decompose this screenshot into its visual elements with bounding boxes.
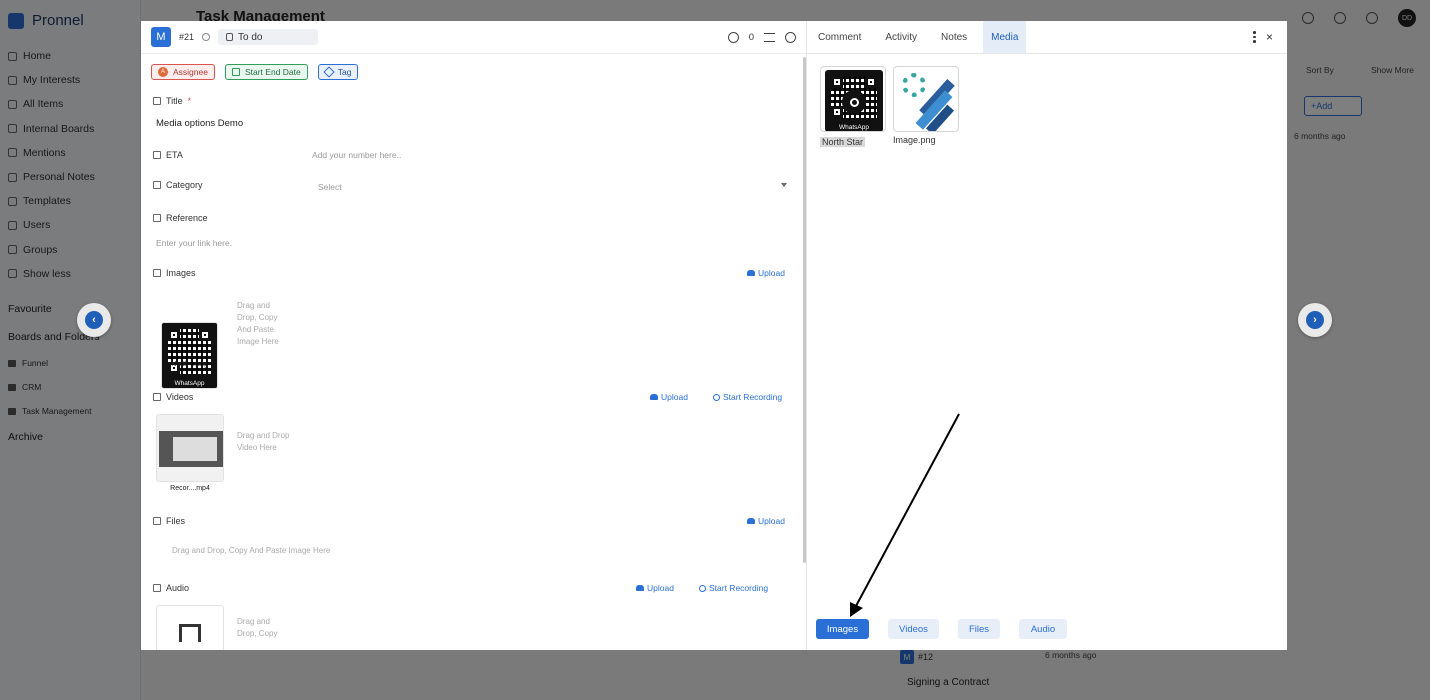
category-label: Category — [153, 180, 203, 190]
record-icon — [713, 393, 720, 401]
videos-dropzone[interactable]: Drag and Drop Video Here — [237, 430, 291, 454]
cloud-upload-icon — [747, 270, 755, 276]
images-label: Images — [153, 268, 196, 278]
close-icon[interactable]: × — [1266, 30, 1273, 44]
zoom-icon[interactable] — [842, 90, 866, 114]
tab-notes[interactable]: Notes — [933, 21, 975, 53]
logo-image — [893, 66, 959, 132]
dropdown-icon — [153, 181, 161, 189]
record-icon — [699, 584, 706, 592]
files-label: Files — [153, 516, 185, 526]
title-input[interactable]: Media options Demo — [153, 112, 795, 136]
tag-icon — [323, 66, 335, 78]
image-icon — [153, 269, 161, 277]
globe-icon[interactable] — [727, 31, 739, 43]
files-upload-button[interactable]: Upload — [747, 516, 785, 526]
audio-thumbnail[interactable] — [156, 605, 224, 650]
category-select[interactable]: Select — [318, 182, 342, 192]
link-icon — [153, 214, 161, 222]
filter-files[interactable]: Files — [958, 619, 1000, 639]
file-icon — [153, 517, 161, 525]
details-scrollbar[interactable] — [803, 57, 806, 563]
filter-videos[interactable]: Videos — [888, 619, 939, 639]
chevron-down-icon[interactable] — [781, 183, 787, 187]
qr-label: WhatsApp — [174, 380, 205, 387]
video-thumbnail[interactable] — [156, 414, 224, 482]
reference-label: Reference — [153, 213, 208, 223]
music-note-icon — [179, 624, 201, 642]
task-header: M #21 To do 0 — [141, 21, 806, 54]
gear-icon — [902, 73, 926, 97]
filter-audio[interactable]: Audio — [1019, 619, 1067, 639]
image-thumbnail[interactable]: WhatsApp — [161, 322, 218, 389]
chevron-left-icon: ‹ — [85, 311, 103, 329]
tag-chip[interactable]: Tag — [317, 64, 359, 80]
calendar-icon — [231, 68, 240, 76]
filter-images[interactable]: Images — [816, 619, 869, 639]
panel-tabs: Comment Activity Notes Media — [807, 21, 1287, 54]
video-caption: Recor....mp4 — [170, 485, 210, 492]
tab-media[interactable]: Media — [983, 21, 1027, 53]
images-upload-button[interactable]: Upload — [747, 268, 785, 278]
videos-upload-button[interactable]: Upload — [650, 392, 688, 402]
side-panel: Comment Activity Notes Media × WhatsApp … — [807, 21, 1287, 650]
images-dropzone[interactable]: Drag and Drop, Copy And Paste Image Here — [237, 300, 291, 348]
eta-label: ETA — [153, 150, 183, 160]
number-icon — [153, 151, 161, 159]
media-item-image-png[interactable]: Image.png — [893, 66, 959, 145]
date-chip[interactable]: Start End Date — [224, 64, 308, 80]
image-caption: North ...png — [171, 361, 208, 368]
videos-label: Videos — [153, 392, 193, 402]
tab-activity[interactable]: Activity — [877, 21, 925, 53]
cloud-upload-icon — [650, 394, 658, 400]
video-icon — [153, 393, 161, 401]
assignee-chip[interactable]: A Assignee — [151, 64, 215, 80]
property-chips: A Assignee Start End Date Tag — [151, 64, 359, 80]
info-icon[interactable] — [202, 33, 211, 41]
previous-item-button[interactable]: ‹ — [77, 303, 111, 337]
status-icon — [226, 33, 234, 41]
qr-label: WhatsApp — [839, 124, 869, 131]
task-id: #21 — [179, 32, 195, 42]
task-details-pane: M #21 To do 0 A Assignee Start End Date — [141, 21, 807, 650]
title-label: Title * — [153, 96, 191, 106]
menu-lines-icon[interactable] — [764, 32, 775, 42]
board-badge: M — [151, 27, 171, 47]
text-icon — [153, 97, 161, 105]
audio-record-button[interactable]: Start Recording — [699, 583, 768, 593]
status-select[interactable]: To do — [218, 29, 319, 45]
status-value: To do — [238, 31, 263, 43]
assignee-avatar: A — [158, 67, 168, 77]
audio-icon — [153, 584, 161, 592]
media-name: Image.png — [893, 135, 936, 145]
audio-upload-button[interactable]: Upload — [636, 583, 674, 593]
media-name: North Star — [820, 137, 866, 147]
cloud-upload-icon — [636, 585, 644, 591]
eta-input[interactable]: Add your number here.. — [312, 150, 401, 160]
user-settings-icon[interactable] — [785, 31, 796, 43]
task-modal: M #21 To do 0 A Assignee Start End Date — [141, 21, 1287, 650]
subtask-count[interactable]: 0 — [749, 32, 754, 43]
audio-label: Audio — [153, 583, 189, 593]
media-item-north-star[interactable]: WhatsApp North Star — [820, 66, 886, 150]
tab-comment[interactable]: Comment — [810, 21, 869, 53]
media-filter-tabs: Images Videos Files Audio — [816, 619, 1067, 639]
audio-dropzone[interactable]: Drag and Drop, Copy — [237, 616, 291, 640]
videos-record-button[interactable]: Start Recording — [713, 392, 782, 402]
files-dropzone[interactable]: Drag and Drop, Copy And Paste Image Here — [172, 546, 330, 555]
reference-input[interactable]: Enter your link here. — [156, 238, 232, 248]
next-item-button[interactable]: › — [1298, 303, 1332, 337]
chevron-right-icon: › — [1306, 311, 1324, 329]
cloud-upload-icon — [747, 518, 755, 524]
more-options-icon[interactable] — [1253, 31, 1256, 43]
